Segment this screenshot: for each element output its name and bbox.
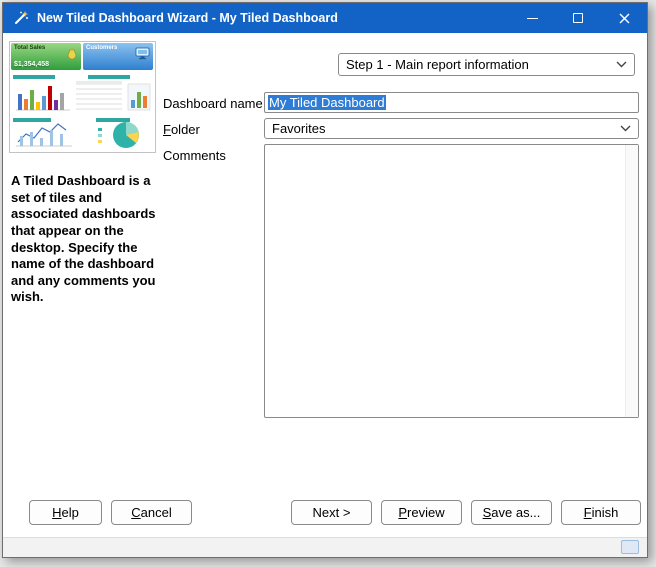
tile-customers-label: Customers xyxy=(86,45,117,51)
wizard-dialog: New Tiled Dashboard Wizard - My Tiled Da… xyxy=(2,2,648,558)
minimize-icon xyxy=(527,18,538,19)
window-title: New Tiled Dashboard Wizard - My Tiled Da… xyxy=(37,11,338,25)
comments-label: Comments xyxy=(163,148,226,163)
dashboard-name-label: Dashboard name xyxy=(163,96,263,111)
wizard-description: A Tiled Dashboard is a set of tiles and … xyxy=(11,173,156,306)
preview-button[interactable]: Preview xyxy=(381,500,462,525)
bottom-strip xyxy=(3,537,647,557)
folder-select[interactable]: Favorites xyxy=(264,118,639,139)
dialog-content: Total Sales $1,354,458 Customers xyxy=(3,33,647,537)
save-as-button[interactable]: Save as... xyxy=(471,500,552,525)
preview-tile-customers: Customers xyxy=(83,43,153,70)
tile-total-sales-value: $1,354,458 xyxy=(14,61,49,68)
wizard-wand-icon xyxy=(13,10,29,26)
maximize-icon xyxy=(573,13,583,23)
preview-tiles: Total Sales $1,354,458 Customers xyxy=(10,42,155,71)
maximize-button[interactable] xyxy=(555,3,601,33)
chevron-down-icon xyxy=(616,61,627,68)
money-bag-icon xyxy=(65,47,79,66)
minimize-button[interactable] xyxy=(509,3,555,33)
comments-scrollbar[interactable] xyxy=(625,145,638,417)
step-selector-value: Step 1 - Main report information xyxy=(346,57,529,72)
dashboard-name-value: My Tiled Dashboard xyxy=(268,95,386,110)
dashboard-preview-thumbnail: Total Sales $1,354,458 Customers xyxy=(9,41,156,153)
step-selector[interactable]: Step 1 - Main report information xyxy=(338,53,635,76)
finish-button[interactable]: Finish xyxy=(561,500,641,525)
customers-icon xyxy=(135,47,151,65)
resize-corner[interactable] xyxy=(621,540,639,554)
next-button[interactable]: Next > xyxy=(291,500,372,525)
chevron-down-icon xyxy=(620,125,631,132)
dashboard-name-input[interactable]: My Tiled Dashboard xyxy=(264,92,639,113)
comments-textarea[interactable] xyxy=(264,144,639,418)
close-button[interactable] xyxy=(601,3,647,33)
title-bar: New Tiled Dashboard Wizard - My Tiled Da… xyxy=(3,3,647,33)
preview-tile-total-sales: Total Sales $1,354,458 xyxy=(11,43,81,70)
folder-select-value: Favorites xyxy=(272,121,325,136)
cancel-button[interactable]: Cancel xyxy=(111,500,192,525)
tile-total-sales-label: Total Sales xyxy=(14,45,45,51)
close-icon xyxy=(619,13,630,24)
folder-label: Folder xyxy=(163,122,200,137)
help-button[interactable]: Help xyxy=(29,500,102,525)
preview-charts-image xyxy=(10,72,155,152)
